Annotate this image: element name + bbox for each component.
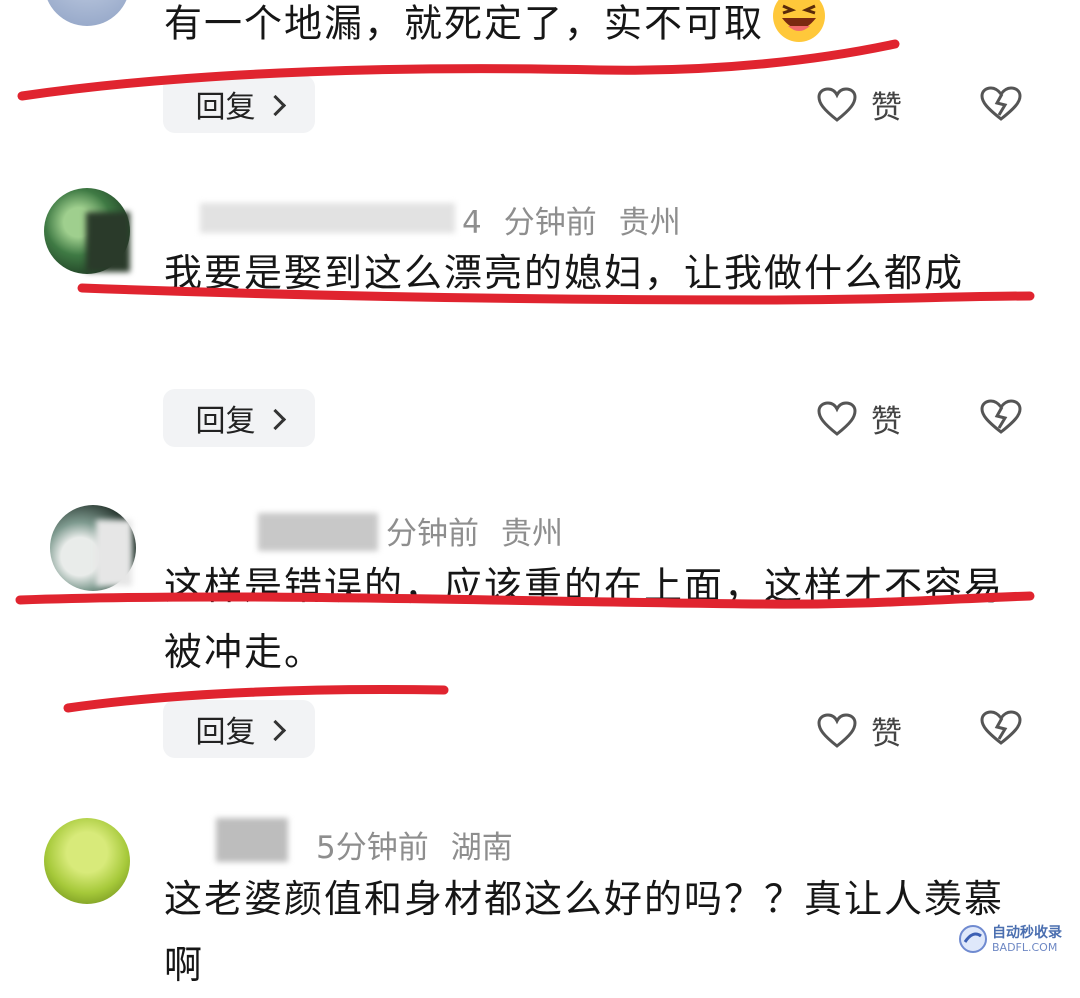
heart-icon: [817, 86, 857, 122]
comment-time: 5分钟前: [316, 830, 429, 866]
comment-meta: 分钟前 贵州: [386, 508, 585, 553]
heart-icon: [817, 400, 857, 436]
dislike-button[interactable]: [980, 710, 1022, 750]
blurred-username: [96, 520, 132, 586]
comment-time: 分钟前: [386, 516, 479, 552]
avatar[interactable]: [44, 0, 130, 26]
heart-icon: [817, 712, 857, 748]
dislike-button[interactable]: [980, 399, 1022, 439]
comment-text: 这样是错误的，应该重的在上面，这样才不容易被冲走。: [164, 564, 1005, 674]
red-underline-annotations: [15, 39, 1035, 713]
chevron-right-icon: [264, 94, 286, 116]
like-label: 赞: [871, 90, 902, 126]
comment-location: 贵州: [618, 205, 681, 241]
chevron-right-icon: [264, 408, 286, 430]
reply-label: 回复: [195, 90, 256, 125]
broken-heart-icon: [980, 86, 1022, 121]
avatar[interactable]: [44, 818, 130, 904]
blurred-username: [216, 818, 288, 862]
comment-text: 有一个地漏，就死定了，实不可取: [164, 0, 1024, 64]
watermark-logo-icon: [959, 925, 987, 953]
chevron-right-icon: [264, 719, 286, 741]
blurred-username: [86, 212, 130, 272]
broken-heart-icon: [980, 710, 1022, 745]
like-label: 赞: [871, 716, 902, 752]
comment-time: 分钟前: [503, 205, 597, 241]
like-button[interactable]: 赞: [817, 708, 902, 753]
like-button[interactable]: 赞: [817, 82, 902, 127]
comment-text: 我要是娶到这么漂亮的媳妇，让我做什么都成: [164, 251, 965, 295]
watermark-url: BADFL.COM: [992, 940, 1058, 954]
blurred-username: [258, 513, 378, 551]
comment-meta: 4 分钟前 贵州: [462, 205, 681, 241]
comment-text: 这老婆颜值和身材都这么好的吗？？真让人羡慕啊: [164, 877, 1005, 987]
reply-button[interactable]: 回复: [163, 75, 315, 133]
reply-label: 回复: [195, 715, 256, 750]
dislike-button[interactable]: [980, 86, 1022, 126]
reply-button[interactable]: 回复: [163, 700, 315, 758]
comment-location: 湖南: [450, 830, 513, 866]
reply-label: 回复: [195, 404, 256, 439]
like-button[interactable]: 赞: [817, 396, 902, 441]
laughing-emoji-icon: [768, 0, 830, 64]
comment-meta: 5分钟前 湖南: [316, 822, 535, 867]
broken-heart-icon: [980, 399, 1022, 434]
watermark: 自动秒收录 BADFL.COM: [958, 924, 1062, 954]
watermark-title: 自动秒收录: [992, 924, 1062, 941]
reply-button[interactable]: 回复: [163, 389, 315, 447]
comment-location: 贵州: [501, 516, 563, 552]
blurred-username: [200, 203, 455, 233]
comment-text-content: 有一个地漏，就死定了，实不可取: [164, 1, 765, 46]
like-label: 赞: [871, 404, 902, 440]
